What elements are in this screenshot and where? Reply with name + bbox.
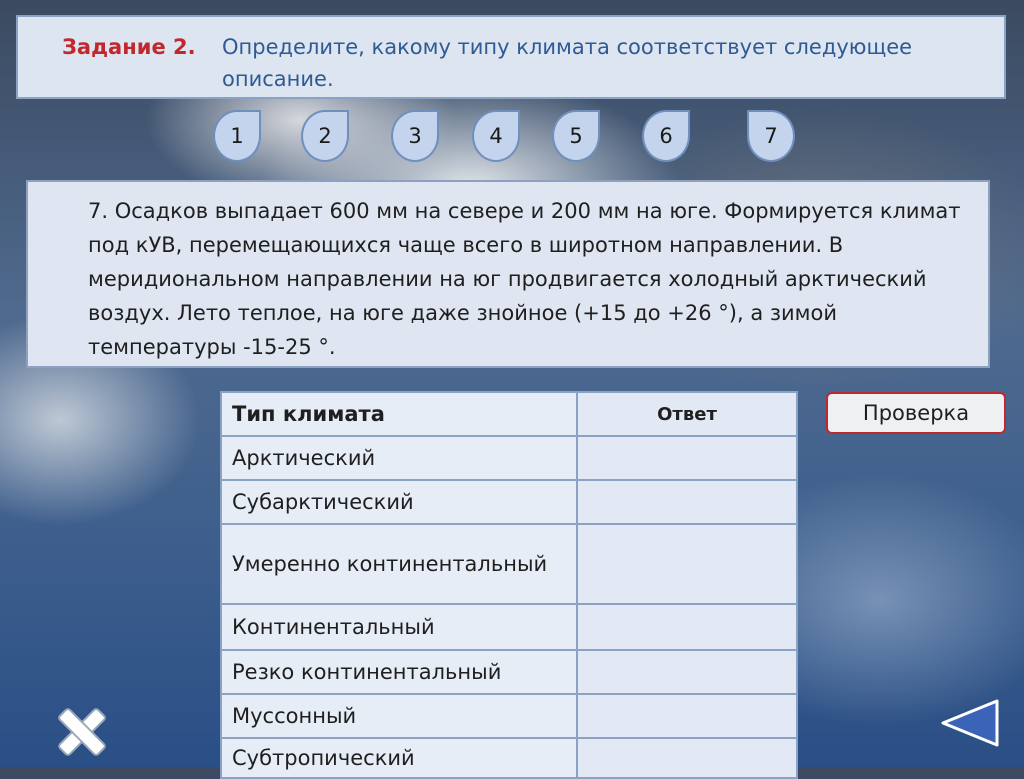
question-1-button[interactable]: 1 [213,110,261,162]
question-4-button[interactable]: 4 [472,110,520,162]
answer-cell[interactable] [576,435,798,481]
answer-cell[interactable] [576,479,798,525]
question-6-button[interactable]: 6 [642,110,690,162]
answer-cell[interactable] [576,649,798,695]
answer-cell[interactable] [576,737,798,779]
climate-option[interactable]: Арктический [220,435,578,481]
description-panel: 7. Осадков выпадает 600 мм на севере и 2… [26,180,990,368]
task-label: Задание 2. [62,35,196,59]
close-icon[interactable] [53,703,111,761]
header-climate-type: Тип климата [220,391,578,437]
question-7-button[interactable]: 7 [747,110,795,162]
question-3-button[interactable]: 3 [391,110,439,162]
climate-option[interactable]: Умеренно континентальный [220,523,578,605]
header-answer: Ответ [576,391,798,437]
climate-option[interactable]: Субтропический [220,737,578,779]
question-2-button[interactable]: 2 [301,110,349,162]
back-arrow-icon[interactable] [940,698,1000,748]
check-button[interactable]: Проверка [826,392,1006,434]
climate-option[interactable]: Субарктический [220,479,578,525]
task-text: Определите, какому типу климата соответс… [222,35,913,91]
climate-option[interactable]: Резко континентальный [220,649,578,695]
climate-table: Тип климата Ответ Арктический Субарктиче… [220,391,798,779]
answer-cell[interactable] [576,603,798,651]
climate-option[interactable]: Муссонный [220,693,578,739]
question-5-button[interactable]: 5 [552,110,600,162]
description-text: 7. Осадков выпадает 600 мм на севере и 2… [88,199,961,359]
answer-cell[interactable] [576,693,798,739]
answer-cell[interactable] [576,523,798,605]
task-panel: Задание 2. Определите, какому типу клима… [16,15,1006,99]
climate-option[interactable]: Континентальный [220,603,578,651]
